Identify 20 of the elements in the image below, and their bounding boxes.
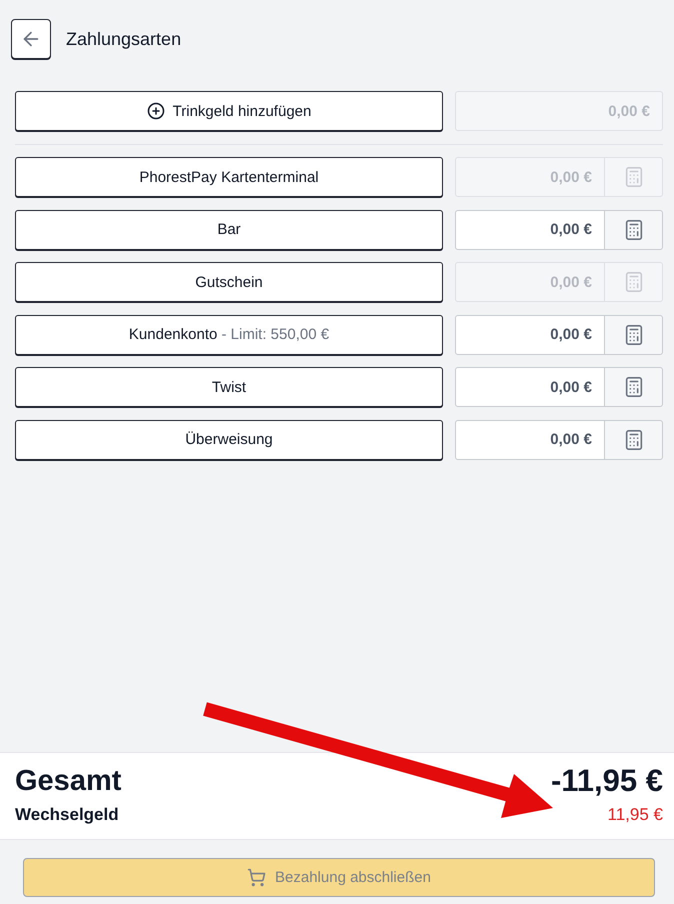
total-amount: -11,95 € (550, 763, 663, 799)
calculator-button[interactable] (605, 314, 663, 355)
page-title: Zahlungsarten (66, 28, 182, 50)
amount-field[interactable]: 0,00 € (455, 420, 605, 460)
payment-method-button[interactable]: Bar (15, 210, 443, 250)
cart-icon (247, 868, 266, 887)
amount-field[interactable]: 0,00 € (455, 314, 605, 355)
change-label: Wechselgeld (15, 805, 119, 825)
payment-method-button[interactable]: Kundenkonto - Limit: 550,00 € (15, 314, 443, 355)
plus-circle-icon (146, 102, 165, 120)
back-button[interactable] (11, 19, 51, 59)
change-amount: 11,95 € (608, 805, 663, 825)
payment-method-button[interactable]: Überweisung (15, 420, 443, 460)
calculator-button[interactable] (605, 420, 663, 460)
calculator-button[interactable] (605, 367, 663, 408)
calculator-button[interactable] (605, 210, 663, 250)
payment-method-button[interactable]: Twist (15, 367, 443, 408)
amount-field[interactable]: 0,00 € (455, 210, 605, 250)
total-label: Gesamt (15, 764, 122, 798)
amount-field[interactable]: 0,00 € (455, 367, 605, 408)
